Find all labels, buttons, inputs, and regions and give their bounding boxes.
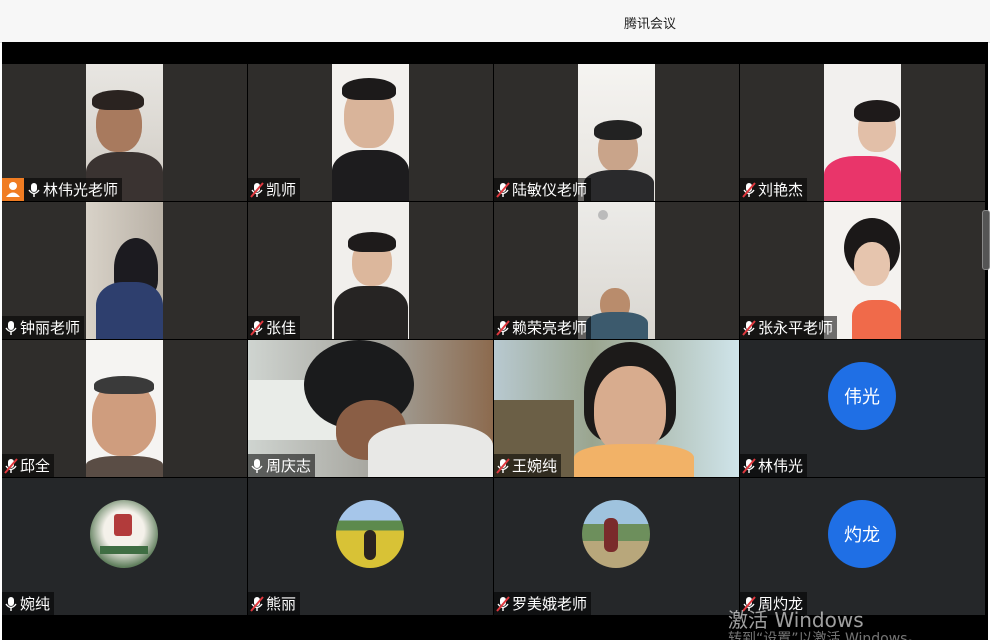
participant-tile[interactable]: 林伟光老师 <box>2 64 247 201</box>
participant-name: 罗美娥老师 <box>512 595 588 613</box>
participant-name: 熊丽 <box>266 595 297 613</box>
mic-on-icon <box>5 596 17 611</box>
participant-name: 林伟光 <box>758 457 804 475</box>
avatar: 灼龙 <box>828 500 896 568</box>
participant-name: 陆敏仪老师 <box>512 181 588 199</box>
participant-tile[interactable]: 张佳 <box>248 202 493 339</box>
mic-muted-icon <box>496 457 510 474</box>
side-scroll-handle[interactable] <box>982 210 990 270</box>
participant-name: 王婉纯 <box>512 457 558 475</box>
avatar <box>90 500 158 568</box>
participant-tile[interactable]: 赖荣亮老师 <box>494 202 739 339</box>
mic-muted-icon <box>742 319 756 336</box>
mic-muted-icon <box>250 595 264 612</box>
participant-tile[interactable]: 张永平老师 <box>740 202 985 339</box>
participant-tile[interactable]: 婉纯 <box>2 478 247 615</box>
participant-name-label: 林伟光 <box>740 454 808 477</box>
participant-name: 周庆志 <box>266 457 312 475</box>
mic-on-icon <box>5 320 17 335</box>
participant-name-label: 邱全 <box>2 454 55 477</box>
avatar <box>582 500 650 568</box>
participant-name: 凯师 <box>266 181 297 199</box>
mic-muted-icon <box>496 595 510 612</box>
participant-name: 刘艳杰 <box>758 181 804 199</box>
participant-name-label: 林伟光老师 <box>2 178 123 201</box>
title-bar: 腾讯会议 <box>0 0 990 43</box>
participant-name-label: 张佳 <box>248 316 301 339</box>
participant-name-label: 熊丽 <box>248 592 301 615</box>
participant-name-label: 刘艳杰 <box>740 178 808 201</box>
participant-name-label: 钟丽老师 <box>2 316 85 339</box>
participant-tile[interactable]: 钟丽老师 <box>2 202 247 339</box>
participant-tile[interactable]: 罗美娥老师 <box>494 478 739 615</box>
window-title: 腾讯会议 <box>623 17 676 32</box>
video-feed <box>86 202 163 339</box>
mic-on-icon <box>28 182 40 197</box>
participant-name: 张佳 <box>266 319 297 337</box>
avatar <box>336 500 404 568</box>
participant-name-label: 周庆志 <box>248 454 316 477</box>
mic-muted-icon <box>4 457 18 474</box>
participant-name: 婉纯 <box>20 595 51 613</box>
top-black-bar <box>2 42 988 64</box>
participant-name: 张永平老师 <box>758 319 834 337</box>
video-feed <box>824 64 901 201</box>
mic-muted-icon <box>496 181 510 198</box>
participant-name-label: 凯师 <box>248 178 301 201</box>
participant-name-label: 罗美娥老师 <box>494 592 592 615</box>
participant-name-label: 张永平老师 <box>740 316 838 339</box>
participant-tile[interactable]: 熊丽 <box>248 478 493 615</box>
mic-muted-icon <box>250 181 264 198</box>
participant-tile[interactable]: 灼龙 周灼龙 <box>740 478 985 615</box>
participant-tile[interactable]: 邱全 <box>2 340 247 477</box>
participant-name: 赖荣亮老师 <box>512 319 588 337</box>
participant-name-label: 王婉纯 <box>494 454 562 477</box>
mic-on-icon <box>251 458 263 473</box>
participant-tile[interactable]: 伟光 林伟光 <box>740 340 985 477</box>
participant-name: 林伟光老师 <box>43 181 119 199</box>
video-feed <box>332 64 409 201</box>
participant-tile[interactable]: 陆敏仪老师 <box>494 64 739 201</box>
participant-name-label: 婉纯 <box>2 592 55 615</box>
participant-name: 邱全 <box>20 457 51 475</box>
participant-tile[interactable]: 王婉纯 <box>494 340 739 477</box>
host-icon <box>2 178 24 201</box>
video-grid: 林伟光老师 凯师 陆敏仪老师 刘艳杰 钟丽老师 张佳 赖荣亮老师 张永平老师 邱… <box>2 64 988 616</box>
participant-tile[interactable]: 刘艳杰 <box>740 64 985 201</box>
avatar: 伟光 <box>828 362 896 430</box>
video-feed <box>86 340 163 477</box>
mic-muted-icon <box>742 181 756 198</box>
participant-name-label: 赖荣亮老师 <box>494 316 592 339</box>
mic-muted-icon <box>496 319 510 336</box>
participant-name: 钟丽老师 <box>20 319 81 337</box>
participant-tile[interactable]: 凯师 <box>248 64 493 201</box>
mic-muted-icon <box>250 319 264 336</box>
mic-muted-icon <box>742 457 756 474</box>
activation-watermark-subtext: 转到“设置”以激活 Windows。 <box>728 631 922 640</box>
participant-name-label: 陆敏仪老师 <box>494 178 592 201</box>
video-feed <box>332 202 409 339</box>
participant-tile[interactable]: 周庆志 <box>248 340 493 477</box>
